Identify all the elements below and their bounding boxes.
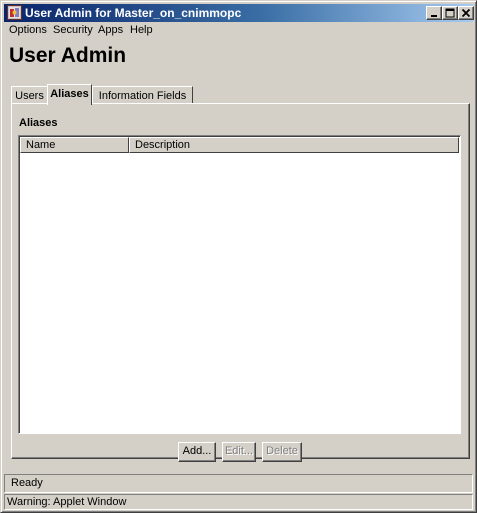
applet-warning: Warning: Applet Window bbox=[4, 494, 473, 510]
menu-bar: Options Security Apps Help bbox=[4, 22, 473, 40]
aliases-panel: Aliases Name Description Add... Edit... … bbox=[11, 103, 470, 462]
tab-aliases[interactable]: Aliases bbox=[47, 84, 92, 105]
add-button[interactable]: Add... bbox=[178, 442, 216, 462]
tab-aliases-label: Aliases bbox=[50, 88, 89, 100]
page-title: User Admin bbox=[9, 44, 127, 67]
tab-users[interactable]: Users bbox=[11, 86, 48, 104]
delete-button[interactable]: Delete bbox=[262, 442, 302, 462]
column-header-description[interactable]: Description bbox=[129, 137, 459, 153]
maximize-icon bbox=[445, 8, 455, 18]
menu-security[interactable]: Security bbox=[53, 24, 93, 36]
menu-options[interactable]: Options bbox=[9, 24, 47, 36]
close-button[interactable] bbox=[458, 6, 474, 20]
minimize-icon bbox=[431, 15, 437, 17]
title-bar[interactable]: User Admin for Master_on_cnimmopc bbox=[4, 4, 474, 22]
tab-information-fields-label: Information Fields bbox=[98, 90, 187, 102]
section-label: Aliases bbox=[19, 117, 58, 129]
column-header-name[interactable]: Name bbox=[20, 137, 129, 153]
menu-help[interactable]: Help bbox=[130, 24, 153, 36]
maximize-button[interactable] bbox=[442, 6, 458, 20]
edit-button[interactable]: Edit... bbox=[222, 442, 256, 462]
close-icon bbox=[461, 8, 471, 18]
menu-apps[interactable]: Apps bbox=[98, 24, 123, 36]
tab-users-label: Users bbox=[15, 90, 44, 102]
minimize-button[interactable] bbox=[426, 6, 442, 20]
tab-information-fields[interactable]: Information Fields bbox=[92, 86, 193, 104]
app-window: User Admin for Master_on_cnimmopc Option… bbox=[0, 0, 477, 513]
app-icon[interactable] bbox=[7, 5, 22, 20]
window-title: User Admin for Master_on_cnimmopc bbox=[25, 6, 242, 20]
status-bar: Ready bbox=[4, 474, 473, 493]
aliases-table[interactable]: Name Description bbox=[18, 135, 461, 434]
